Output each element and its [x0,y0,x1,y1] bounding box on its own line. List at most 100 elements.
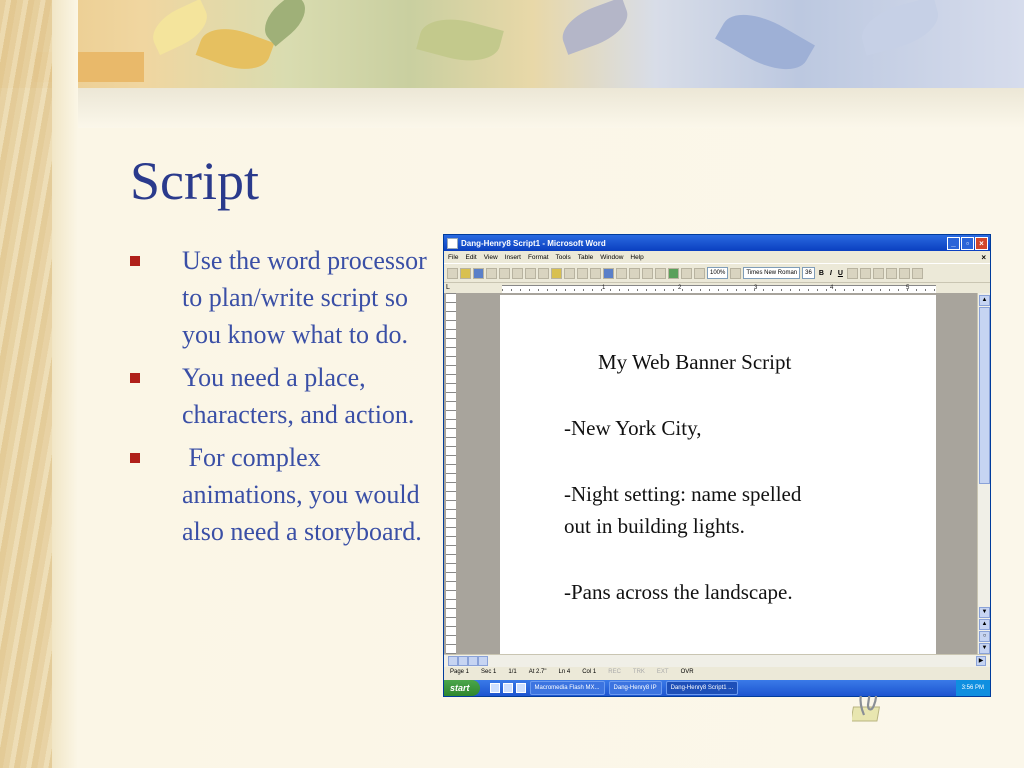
decorative-left-strip [0,0,52,768]
taskbar-item-flash[interactable]: Macromedia Flash MX... [529,681,605,695]
quick-launch-icon[interactable] [515,683,526,693]
status-trk[interactable]: TRK [633,669,645,675]
decrease-indent-icon[interactable] [898,267,910,279]
next-page-icon[interactable]: ▼ [979,643,990,654]
ruler-number: 5 [906,285,910,291]
status-ext[interactable]: EXT [657,669,669,675]
numbering-icon[interactable] [872,267,884,279]
status-column: Col 1 [582,669,597,675]
doc-line: -New York City, [564,416,702,440]
doc-heading: My Web Banner Script [598,350,792,374]
square-bullet-icon [130,373,140,383]
insert-excel-icon[interactable] [642,267,653,279]
bullets-icon[interactable] [885,267,897,279]
ruler-number: 2 [678,285,682,291]
insert-table-icon[interactable] [629,267,640,279]
outline-view-icon[interactable] [478,656,488,666]
align-center-icon[interactable] [859,267,871,279]
square-bullet-icon [130,453,140,463]
square-bullet-icon [130,256,140,266]
paste-icon[interactable] [551,267,562,279]
slide-title: Script [130,151,259,211]
menu-help[interactable]: Help [630,254,643,261]
menu-view[interactable]: View [484,254,498,261]
ruler-number: 1 [602,285,606,291]
status-rec[interactable]: REC [608,669,621,675]
redo-icon[interactable] [590,267,601,279]
copy-icon[interactable] [538,267,549,279]
minimize-button[interactable]: _ [947,237,960,250]
undo-icon[interactable] [577,267,588,279]
new-doc-icon[interactable] [447,267,458,279]
menu-tools[interactable]: Tools [556,254,571,261]
start-button[interactable]: start [444,680,480,696]
menu-table[interactable]: Table [578,254,594,261]
increase-indent-icon[interactable] [911,267,923,279]
scroll-right-icon[interactable]: ▶ [976,656,986,666]
save-icon[interactable] [473,267,484,279]
font-name-select[interactable]: Times New Roman [743,267,801,279]
menu-edit[interactable]: Edit [465,254,476,261]
bullet-item: You need a place, characters, and action… [130,359,430,433]
format-painter-icon[interactable] [564,267,575,279]
word-window-title: Dang-Henry8 Script1 - Microsoft Word [461,238,606,248]
windows-taskbar: start Macromedia Flash MX... Dang-Henry8… [444,680,990,696]
hyperlink-icon[interactable] [603,267,614,279]
print-icon[interactable] [486,267,497,279]
document-map-icon[interactable] [681,267,692,279]
quick-launch-icon[interactable] [489,683,500,693]
decorative-left-shade [52,0,78,768]
italic-button[interactable]: I [828,270,834,277]
clock: 3:56 PM [961,685,984,691]
bullet-item: Use the word processor to plan/write scr… [130,242,430,353]
normal-view-icon[interactable] [448,656,458,666]
web-view-icon[interactable] [458,656,468,666]
underline-button[interactable]: U [836,270,845,277]
menu-window[interactable]: Window [600,254,623,261]
previous-page-icon[interactable]: ▲ [979,619,990,630]
font-size-select[interactable]: 36 [802,267,815,279]
bullet-item: For complex animations, you would also n… [130,439,430,550]
select-browse-icon[interactable]: ○ [979,631,990,642]
scroll-down-icon[interactable]: ▼ [979,607,990,618]
doc-line: out in building lights. [564,514,745,538]
show-hide-icon[interactable] [694,267,705,279]
menu-format[interactable]: Format [528,254,549,261]
spelling-icon[interactable] [512,267,523,279]
bullet-text: For complex animations, you would also n… [182,443,427,546]
status-ovr[interactable]: OVR [681,669,694,675]
status-section: Sec 1 [481,669,497,675]
status-pages: 1/1 [508,669,517,675]
taskbar-item-word[interactable]: Dang-Henry8 Script1 ... [665,681,739,695]
tables-borders-icon[interactable] [616,267,627,279]
bullet-list: Use the word processor to plan/write scr… [130,242,430,556]
align-left-icon[interactable] [846,267,858,279]
status-position: At 2.7" [528,669,547,675]
help-icon[interactable] [730,267,742,279]
doc-line: -Pans across the landscape. [564,580,793,604]
banner-shadow [52,88,1024,128]
decorative-leaf-banner [0,0,1024,88]
zoom-select[interactable]: 100% [707,267,729,279]
word-menu-bar: File Edit View Insert Format Tools Table… [444,251,990,263]
drawing-icon[interactable] [668,267,679,279]
scroll-up-icon[interactable]: ▲ [979,295,990,306]
scroll-thumb[interactable] [979,307,990,484]
document-page[interactable]: My Web Banner Script -New York City, -Ni… [500,295,936,655]
status-page: Page 1 [450,669,470,675]
cut-icon[interactable] [525,267,536,279]
columns-icon[interactable] [655,267,666,279]
menu-insert[interactable]: Insert [505,254,521,261]
quick-launch-icon[interactable] [502,683,513,693]
close-button[interactable]: × [975,237,988,250]
print-preview-icon[interactable] [499,267,510,279]
restore-button[interactable]: ▫ [961,237,974,250]
open-icon[interactable] [460,267,471,279]
document-close-icon[interactable]: × [981,253,986,262]
bold-button[interactable]: B [817,270,826,277]
print-layout-icon[interactable] [468,656,478,666]
vertical-scrollbar[interactable]: ▲ ▼ ▲ ○ ▼ [977,293,990,654]
taskbar-item-ip[interactable]: Dang-Henry8 IP [608,681,662,695]
system-tray: 3:56 PM [955,680,990,696]
menu-file[interactable]: File [448,254,458,261]
